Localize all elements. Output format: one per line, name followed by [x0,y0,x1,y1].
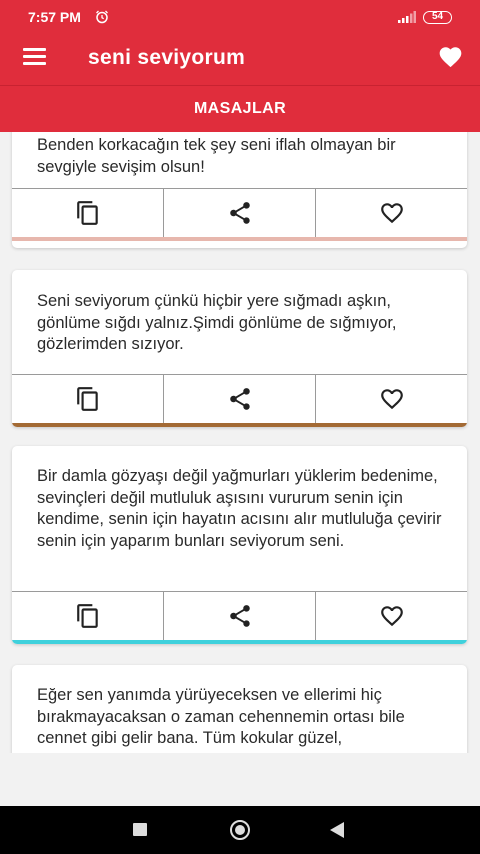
message-text: Benden korkacağın tek şey seni iflah olm… [37,136,396,176]
like-button[interactable] [316,375,467,423]
like-button[interactable] [316,592,467,640]
share-button[interactable] [164,189,316,237]
card-accent-bar [12,423,467,427]
share-button[interactable] [164,592,316,640]
card-actions [12,374,467,423]
card-accent-bar [12,237,467,241]
copy-button[interactable] [12,375,164,423]
like-button[interactable] [316,189,467,237]
status-bar: 7:57 PM 54 [0,0,480,34]
recent-apps-button[interactable] [133,823,147,836]
message-card: Benden korkacağın tek şey seni iflah olm… [12,132,467,248]
tab-bar: MASAJLAR [0,85,480,132]
message-card: Eğer sen yanımda yürüyeceksen ve ellerim… [12,665,467,753]
tab-masajlar[interactable]: MASAJLAR [0,100,480,118]
message-list[interactable]: Benden korkacağın tek şey seni iflah olm… [0,132,480,753]
copy-icon [76,604,98,628]
alarm-icon [96,10,108,24]
card-actions [12,188,467,237]
back-button[interactable] [330,822,344,838]
message-card: Seni seviyorum çünkü hiçbir yere sığmadı… [12,270,467,427]
message-text: Eğer sen yanımda yürüyeceksen ve ellerim… [37,686,405,747]
message-text: Bir damla gözyaşı değil yağmurları yükle… [37,467,442,550]
copy-button[interactable] [12,592,164,640]
signal-icon [398,11,416,23]
home-button[interactable] [230,820,250,840]
copy-icon [76,387,98,411]
status-time: 7:57 PM [28,9,81,25]
heart-outline-icon [380,389,403,410]
heart-icon[interactable] [437,44,464,70]
share-icon [229,202,250,224]
heart-outline-icon [380,203,403,224]
message-text: Seni seviyorum çünkü hiçbir yere sığmadı… [37,292,397,353]
app-bar: seni seviyorum [0,34,480,85]
battery-indicator: 54 [423,11,452,24]
share-icon [229,388,250,410]
app-title: seni seviyorum [88,46,246,69]
share-icon [229,605,250,627]
menu-icon[interactable] [23,48,46,66]
copy-button[interactable] [12,189,164,237]
message-card: Bir damla gözyaşı değil yağmurları yükle… [12,446,467,644]
card-actions [12,591,467,640]
system-nav-bar [0,806,480,854]
copy-icon [76,201,98,225]
card-accent-bar [12,640,467,644]
heart-outline-icon [380,606,403,627]
share-button[interactable] [164,375,316,423]
